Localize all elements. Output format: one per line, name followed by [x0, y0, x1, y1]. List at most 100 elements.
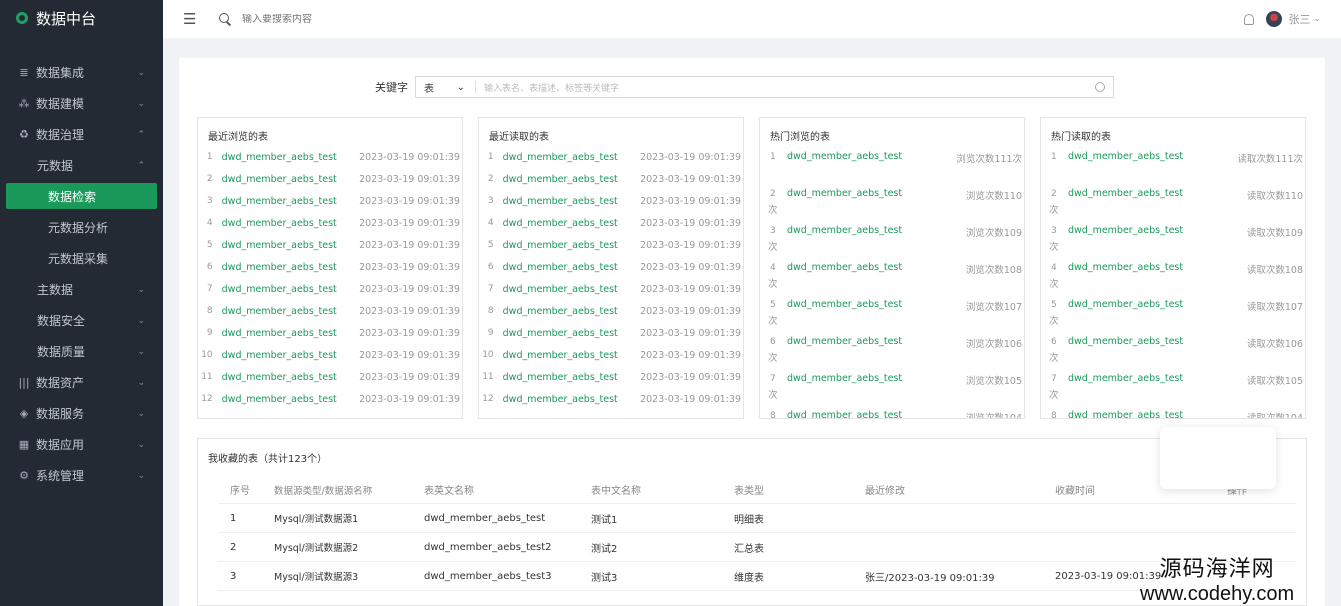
table-link[interactable]: dwd_member_aebs_test — [1068, 188, 1183, 199]
table-link[interactable]: dwd_member_aebs_test — [222, 394, 359, 405]
sidebar-item-data-integration[interactable]: ≣ 数据集成 ⌄ — [0, 57, 163, 88]
list-item[interactable]: 2 dwd_member_aebs_test 浏览次数110 次 — [760, 183, 1024, 220]
table-link[interactable]: dwd_member_aebs_test — [222, 218, 359, 229]
table-link[interactable]: dwd_member_aebs_test — [787, 373, 902, 384]
table-link[interactable]: dwd_member_aebs_test — [503, 218, 640, 229]
sidebar-item-metadata-collection[interactable]: 元数据采集 — [0, 243, 163, 274]
sidebar-item-data-modeling[interactable]: ⁂ 数据建模 ⌄ — [0, 88, 163, 119]
table-link[interactable]: dwd_member_aebs_test — [787, 336, 902, 347]
list-item[interactable]: 6 dwd_member_aebs_test 2023-03-19 09:01:39 — [479, 256, 743, 278]
list-item[interactable]: 7 dwd_member_aebs_test 2023-03-19 09:01:39 — [479, 278, 743, 300]
table-link[interactable]: dwd_member_aebs_test — [1068, 299, 1183, 310]
table-row[interactable]: 1 Mysql/测试数据源1 dwd_member_aebs_test 测试1 … — [218, 504, 1296, 533]
list-item[interactable]: 6 dwd_member_aebs_test 2023-03-19 09:01:39 — [198, 256, 462, 278]
sidebar-item-master-data[interactable]: 主数据 ⌄ — [0, 274, 163, 305]
table-link[interactable]: dwd_member_aebs_test — [222, 152, 359, 163]
list-item[interactable]: 5 dwd_member_aebs_test 浏览次数107 次 — [760, 294, 1024, 331]
table-link[interactable]: dwd_member_aebs_test — [503, 328, 640, 339]
table-link[interactable]: dwd_member_aebs_test — [222, 372, 359, 383]
list-item[interactable]: 2 dwd_member_aebs_test 读取次数110 次 — [1041, 183, 1305, 220]
table-link[interactable]: dwd_member_aebs_test — [222, 350, 359, 361]
list-item[interactable]: 8 dwd_member_aebs_test 2023-03-19 09:01:39 — [198, 300, 462, 322]
sidebar-item-data-search[interactable]: 数据检索 — [6, 183, 157, 209]
table-row[interactable]: 3 Mysql/测试数据源3 dwd_member_aebs_test3 测试3… — [218, 562, 1296, 591]
list-item[interactable]: 11 dwd_member_aebs_test 2023-03-19 09:01:3… — [198, 366, 462, 388]
list-item[interactable]: 7 dwd_member_aebs_test 读取次数105 次 — [1041, 368, 1305, 405]
list-item[interactable]: 3 dwd_member_aebs_test 浏览次数109 次 — [760, 220, 1024, 257]
list-item[interactable]: 7 dwd_member_aebs_test 2023-03-19 09:01:39 — [198, 278, 462, 300]
sidebar-item-metadata[interactable]: 元数据 ⌃ — [0, 150, 163, 181]
list-item[interactable]: 4 dwd_member_aebs_test 2023-03-19 09:01:39 — [479, 212, 743, 234]
user-name[interactable]: 张三 — [1288, 11, 1310, 27]
list-item[interactable]: 3 dwd_member_aebs_test 2023-03-19 09:01:39 — [198, 190, 462, 212]
search-icon[interactable] — [1095, 82, 1105, 92]
search-type-select[interactable]: 表 ⌄ — [416, 81, 476, 95]
table-link[interactable]: dwd_member_aebs_test — [222, 240, 359, 251]
keyword-input[interactable]: 输入表名、表描述、标签等关键字 — [476, 81, 1095, 94]
table-link[interactable]: dwd_member_aebs_test — [503, 196, 640, 207]
sidebar-item-system-admin[interactable]: ⚙ 系统管理 ⌄ — [0, 460, 163, 491]
list-item[interactable]: 9 dwd_member_aebs_test 2023-03-19 09:01:39 — [198, 322, 462, 344]
menu-toggle-icon[interactable]: ☰ — [183, 10, 199, 28]
list-item[interactable]: 1 dwd_member_aebs_test 2023-03-19 09:01:39 — [198, 146, 462, 168]
list-item[interactable]: 5 dwd_member_aebs_test 2023-03-19 09:01:39 — [198, 234, 462, 256]
table-link[interactable]: dwd_member_aebs_test — [222, 328, 359, 339]
table-row[interactable]: 2 Mysql/测试数据源2 dwd_member_aebs_test2 测试2… — [218, 533, 1296, 562]
list-item[interactable]: 2 dwd_member_aebs_test 2023-03-19 09:01:39 — [198, 168, 462, 190]
sidebar-item-data-governance[interactable]: ♻ 数据治理 ⌃ — [0, 119, 163, 150]
list-item[interactable]: 6 dwd_member_aebs_test 读取次数106 次 — [1041, 331, 1305, 368]
table-link[interactable]: dwd_member_aebs_test — [787, 225, 902, 236]
list-item[interactable]: 4 dwd_member_aebs_test 浏览次数108 次 — [760, 257, 1024, 294]
table-link[interactable]: dwd_member_aebs_test — [787, 262, 902, 273]
search-icon[interactable] — [219, 13, 231, 25]
table-link[interactable]: dwd_member_aebs_test — [1068, 373, 1183, 384]
list-item[interactable]: 5 dwd_member_aebs_test 读取次数107 次 — [1041, 294, 1305, 331]
avatar[interactable] — [1266, 11, 1283, 27]
list-item[interactable]: 10 dwd_member_aebs_test 2023-03-19 09:01:3… — [198, 344, 462, 366]
table-link[interactable]: dwd_member_aebs_test — [787, 151, 902, 162]
list-item[interactable]: 4 dwd_member_aebs_test 2023-03-19 09:01:39 — [198, 212, 462, 234]
chevron-down-icon[interactable]: ⌄ — [1313, 14, 1321, 24]
global-search-input[interactable] — [242, 13, 442, 25]
list-item[interactable]: 9 dwd_member_aebs_test 2023-03-19 09:01:39 — [479, 322, 743, 344]
table-link[interactable]: dwd_member_aebs_test — [503, 306, 640, 317]
sidebar-item-data-services[interactable]: ◈ 数据服务 ⌄ — [0, 398, 163, 429]
table-link[interactable]: dwd_member_aebs_test — [222, 196, 359, 207]
list-item[interactable]: 11 dwd_member_aebs_test 2023-03-19 09:01:3… — [479, 366, 743, 388]
list-item[interactable]: 4 dwd_member_aebs_test 读取次数108 次 — [1041, 257, 1305, 294]
table-link[interactable]: dwd_member_aebs_test — [222, 284, 359, 295]
table-link[interactable]: dwd_member_aebs_test — [222, 174, 359, 185]
table-link[interactable]: dwd_member_aebs_test — [503, 152, 640, 163]
list-item[interactable]: 1 dwd_member_aebs_test 2023-03-19 09:01:39 — [479, 146, 743, 168]
list-item[interactable]: 1 dwd_member_aebs_test 读取次数111次 — [1041, 146, 1305, 183]
sidebar-item-data-apps[interactable]: ▦ 数据应用 ⌄ — [0, 429, 163, 460]
list-item[interactable]: 8dwd_member_aebs_test浏览次数104次 — [760, 405, 1024, 418]
table-link[interactable]: dwd_member_aebs_test — [787, 410, 902, 418]
list-item[interactable]: 1 dwd_member_aebs_test 浏览次数111次 — [760, 146, 1024, 183]
table-link[interactable]: dwd_member_aebs_test — [503, 350, 640, 361]
table-link[interactable]: dwd_member_aebs_test — [503, 372, 640, 383]
table-link[interactable]: dwd_member_aebs_test — [787, 188, 902, 199]
list-item[interactable]: 3 dwd_member_aebs_test 读取次数109 次 — [1041, 220, 1305, 257]
list-item[interactable]: 2 dwd_member_aebs_test 2023-03-19 09:01:39 — [479, 168, 743, 190]
brand[interactable]: 数据中台 — [0, 0, 163, 36]
list-item[interactable]: 8dwd_member_aebs_test读取次数104次 — [1041, 405, 1305, 418]
table-link[interactable]: dwd_member_aebs_test — [503, 174, 640, 185]
table-link[interactable]: dwd_member_aebs_test — [1068, 262, 1183, 273]
bell-icon[interactable] — [1244, 13, 1255, 25]
sidebar-item-metadata-analysis[interactable]: 元数据分析 — [0, 212, 163, 243]
table-link[interactable]: dwd_member_aebs_test — [503, 262, 640, 273]
table-link[interactable]: dwd_member_aebs_test — [787, 299, 902, 310]
table-link[interactable]: dwd_member_aebs_test — [503, 240, 640, 251]
list-item[interactable]: 6 dwd_member_aebs_test 浏览次数106 次 — [760, 331, 1024, 368]
list-item[interactable]: 7 dwd_member_aebs_test 浏览次数105 次 — [760, 368, 1024, 405]
table-link[interactable]: dwd_member_aebs_test — [222, 262, 359, 273]
table-link[interactable]: dwd_member_aebs_test — [222, 306, 359, 317]
list-item[interactable]: 12 dwd_member_aebs_test 2023-03-19 09:01:3… — [198, 388, 462, 410]
table-link[interactable]: dwd_member_aebs_test — [503, 394, 640, 405]
sidebar-item-data-assets[interactable]: ||| 数据资产 ⌄ — [0, 367, 163, 398]
list-item[interactable]: 8 dwd_member_aebs_test 2023-03-19 09:01:39 — [479, 300, 743, 322]
sidebar-item-data-security[interactable]: 数据安全 ⌄ — [0, 305, 163, 336]
list-item[interactable]: 3 dwd_member_aebs_test 2023-03-19 09:01:39 — [479, 190, 743, 212]
sidebar-item-data-quality[interactable]: 数据质量 ⌄ — [0, 336, 163, 367]
